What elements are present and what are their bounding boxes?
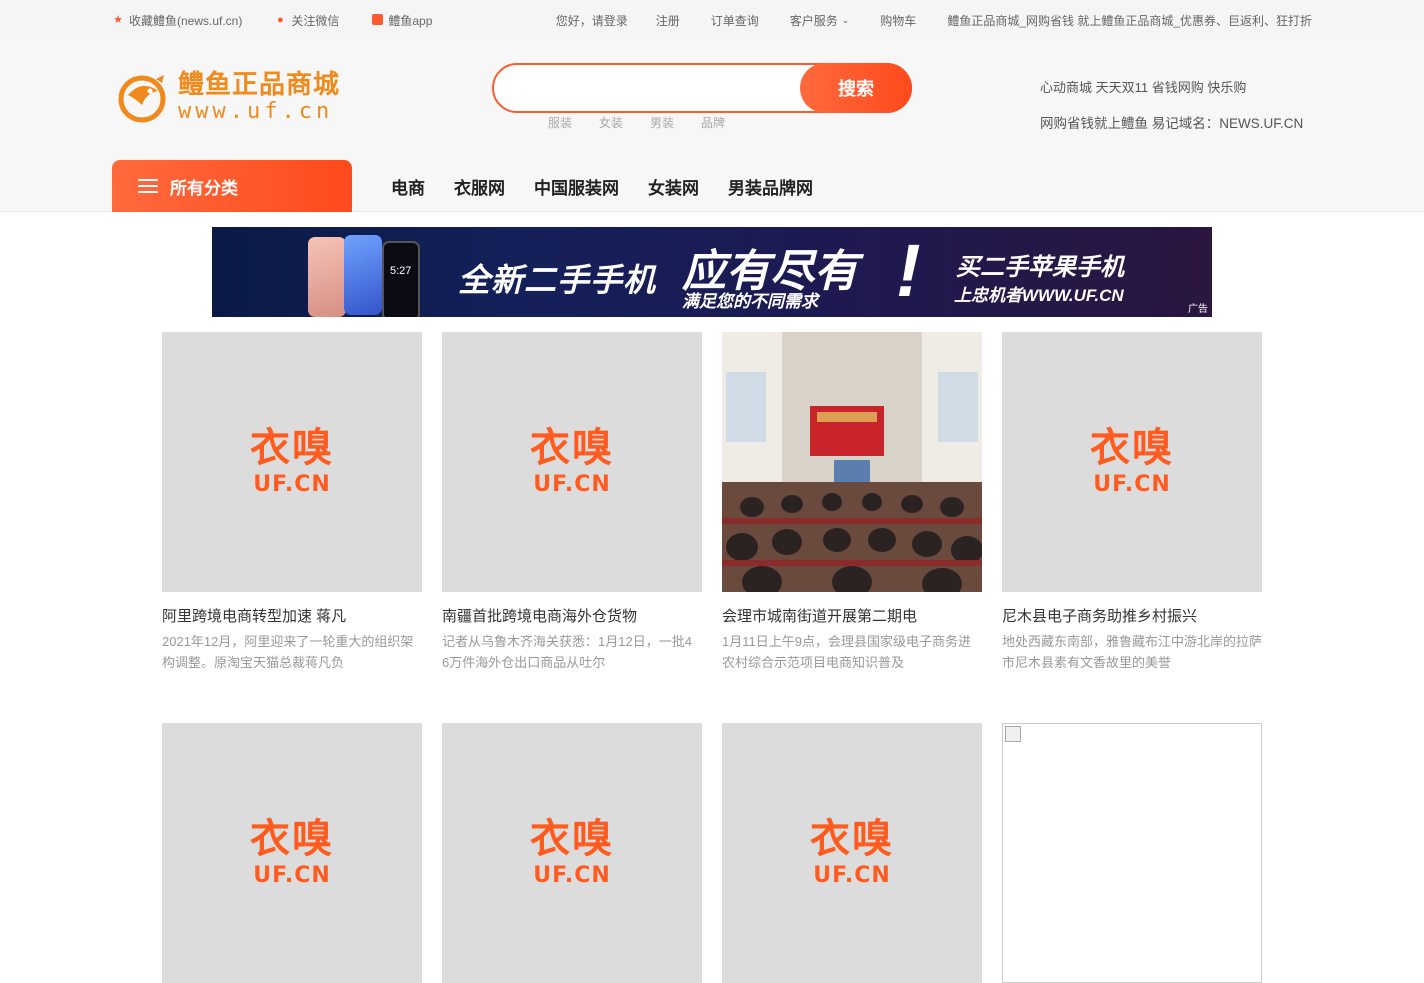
site-logo[interactable]: 鳢鱼正品商城 www.uf.cn [116, 70, 340, 124]
placeholder-logo-en: UF.CN [533, 472, 611, 497]
all-categories-button[interactable]: 所有分类 [112, 160, 352, 212]
placeholder-logo-en: UF.CN [533, 863, 611, 888]
placeholder-logo-cn: 衣嗅 [250, 425, 334, 471]
article-grid: 衣嗅 UF.CN 阿里跨境电商转型加速 蒋凡 2021年12月，阿里迎来了一轮重… [162, 332, 1262, 983]
article-summary: 1月11日上午9点，会理县国家级电子商务进农村综合示范项目电商知识普及 [722, 634, 971, 670]
article-card[interactable]: 衣嗅 UF.CN 尼木县电子商务助推乡村振兴 地处西藏东南部，雅鲁藏布江中游北岸… [1002, 332, 1262, 673]
login-area: 您好，请登录 注册 [556, 12, 680, 29]
article-card[interactable]: 衣嗅 UF.CN [722, 723, 982, 983]
register-link[interactable]: 注册 [656, 12, 680, 29]
phone-time: 5:27 [390, 265, 412, 277]
logo-title: 鳢鱼正品商城 [178, 70, 341, 100]
app-icon [371, 14, 383, 26]
placeholder-logo-cn: 衣嗅 [1090, 425, 1174, 471]
article-card[interactable]: 会理市城南街道开展第二期电 1月11日上午9点，会理县国家级电子商务进农村综合示… [722, 332, 982, 673]
article-title[interactable]: 尼木县电子商务助推乡村振兴 [1002, 605, 1262, 626]
slogan-line-2: 网购省钱就上鳢鱼 易记域名：NEWS.UF.CN [1040, 116, 1304, 131]
article-title[interactable]: 会理市城南街道开展第二期电 [722, 605, 982, 626]
search-box: 搜索 [492, 63, 912, 113]
nav-link-womens[interactable]: 女装网 [648, 174, 699, 199]
article-summary: 地处西藏东南部，雅鲁藏布江中游北岸的拉萨市尼木县素有文香故里的美誉 [1002, 634, 1262, 670]
banner-subtext: 满足您的不同需求 [682, 292, 818, 311]
broken-image-icon [1005, 726, 1021, 742]
app-label: 鳢鱼app [388, 13, 433, 28]
article-title[interactable]: 阿里跨境电商转型加速 蒋凡 [162, 605, 422, 626]
slogan-line-1: 心动商城 天天双11 省钱网购 快乐购 [1040, 80, 1247, 95]
banner-right-url: 上忠机者WWW.UF.CN [954, 286, 1124, 305]
article-card[interactable]: 衣嗅 UF.CN 阿里跨境电商转型加速 蒋凡 2021年12月，阿里迎来了一轮重… [162, 332, 422, 673]
banner-headline: 全新二手手机 [458, 262, 657, 298]
placeholder-logo-cn: 衣嗅 [810, 816, 894, 862]
article-summary: 2021年12月，阿里迎来了一轮重大的组织架构调整。原淘宝天猫总裁蒋凡负 [162, 634, 414, 670]
placeholder-logo-en: UF.CN [813, 863, 891, 888]
hot-word-link[interactable]: 男装 [650, 114, 674, 131]
ad-label: 广告 [1188, 304, 1208, 315]
star-icon: ★ [113, 14, 123, 26]
cart-link[interactable]: 购物车 [880, 12, 916, 29]
hot-word-link[interactable]: 品牌 [701, 114, 725, 131]
chevron-down-icon: ⌄ [841, 14, 850, 25]
all-categories-label: 所有分类 [170, 178, 238, 198]
hot-word-link[interactable]: 服装 [548, 114, 572, 131]
login-link[interactable]: 您好，请登录 [556, 12, 628, 29]
banner-exclamation: ! [896, 229, 921, 312]
hot-words: 服装 女装 男装 品牌 [548, 114, 752, 131]
wechat-label: 关注微信 [291, 13, 340, 28]
placeholder-image: 衣嗅 UF.CN [1002, 332, 1262, 592]
banner-right-title: 买二手苹果手机 [956, 254, 1124, 281]
article-card[interactable]: 衣嗅 UF.CN [442, 723, 702, 983]
wechat-link[interactable]: ● 关注微信 [274, 12, 339, 29]
customer-service-label: 客户服务 [789, 13, 838, 28]
orders-link[interactable]: 订单查询 [711, 12, 759, 29]
app-link[interactable]: 鳢鱼app [371, 12, 432, 29]
placeholder-image: 衣嗅 UF.CN [722, 723, 982, 983]
phone-image: 5:27 [308, 233, 438, 317]
slogan: 心动商城 天天双11 省钱网购 快乐购 网购省钱就上鳢鱼 易记域名：NEWS.U… [1040, 79, 1312, 133]
hot-word-link[interactable]: 女装 [599, 114, 623, 131]
bookmark-link[interactable]: ★ 收藏鳢鱼(news.uf.cn) [112, 12, 242, 29]
article-title[interactable]: 南疆首批跨境电商海外仓货物 [442, 605, 702, 626]
article-card[interactable] [1002, 723, 1262, 983]
placeholder-logo-cn: 衣嗅 [530, 425, 614, 471]
logo-url: www.uf.cn [178, 99, 334, 124]
placeholder-image: 衣嗅 UF.CN [162, 332, 422, 592]
promo-link[interactable]: 鳢鱼正品商城_网购省钱 就上鳢鱼正品商城_优惠券、巨返利、狂打折 [947, 12, 1312, 29]
placeholder-image: 衣嗅 UF.CN [162, 723, 422, 983]
nav-link-mens-brand[interactable]: 男装品牌网 [728, 174, 813, 199]
wechat-icon: ● [277, 14, 284, 26]
main-nav: 所有分类 电商 衣服网 中国服装网 女装网 男装品牌网 [112, 160, 842, 212]
nav-link-clothes[interactable]: 衣服网 [454, 174, 505, 199]
placeholder-logo-cn: 衣嗅 [250, 816, 334, 862]
article-summary: 记者从乌鲁木齐海关获悉：1月12日，一批4 6万件海外仓出口商品从吐尔 [442, 634, 692, 670]
placeholder-logo-cn: 衣嗅 [530, 816, 614, 862]
search-input[interactable] [514, 65, 814, 111]
placeholder-image: 衣嗅 UF.CN [442, 723, 702, 983]
search-button[interactable]: 搜索 [800, 63, 912, 113]
placeholder-image: 衣嗅 UF.CN [442, 332, 702, 592]
fish-logo-icon [118, 75, 166, 123]
nav-link-ecommerce[interactable]: 电商 [391, 174, 425, 199]
article-card[interactable]: 衣嗅 UF.CN 南疆首批跨境电商海外仓货物 记者从乌鲁木齐海关获悉：1月12日… [442, 332, 702, 673]
placeholder-logo-en: UF.CN [253, 472, 331, 497]
placeholder-logo-en: UF.CN [1093, 472, 1171, 497]
menu-icon [138, 179, 158, 193]
ad-banner[interactable]: 5:27 全新二手手机 应有尽有 满足您的不同需求 ! 买二手苹果手机 上忠机者… [212, 227, 1212, 317]
broken-image [1002, 723, 1262, 983]
customer-service-menu[interactable]: 客户服务 ⌄ [790, 12, 850, 29]
bookmark-label: 收藏鳢鱼(news.uf.cn) [129, 13, 243, 28]
placeholder-logo-en: UF.CN [253, 863, 331, 888]
article-photo [722, 332, 982, 592]
nav-link-china-clothing[interactable]: 中国服装网 [534, 174, 619, 199]
header: 鳢鱼正品商城 www.uf.cn 搜索 服装 女装 男装 品牌 心动商城 天天双… [0, 40, 1424, 212]
article-card[interactable]: 衣嗅 UF.CN [162, 723, 422, 983]
top-bar: ★ 收藏鳢鱼(news.uf.cn) ● 关注微信 鳢鱼app 您好，请登录 注… [0, 0, 1424, 40]
